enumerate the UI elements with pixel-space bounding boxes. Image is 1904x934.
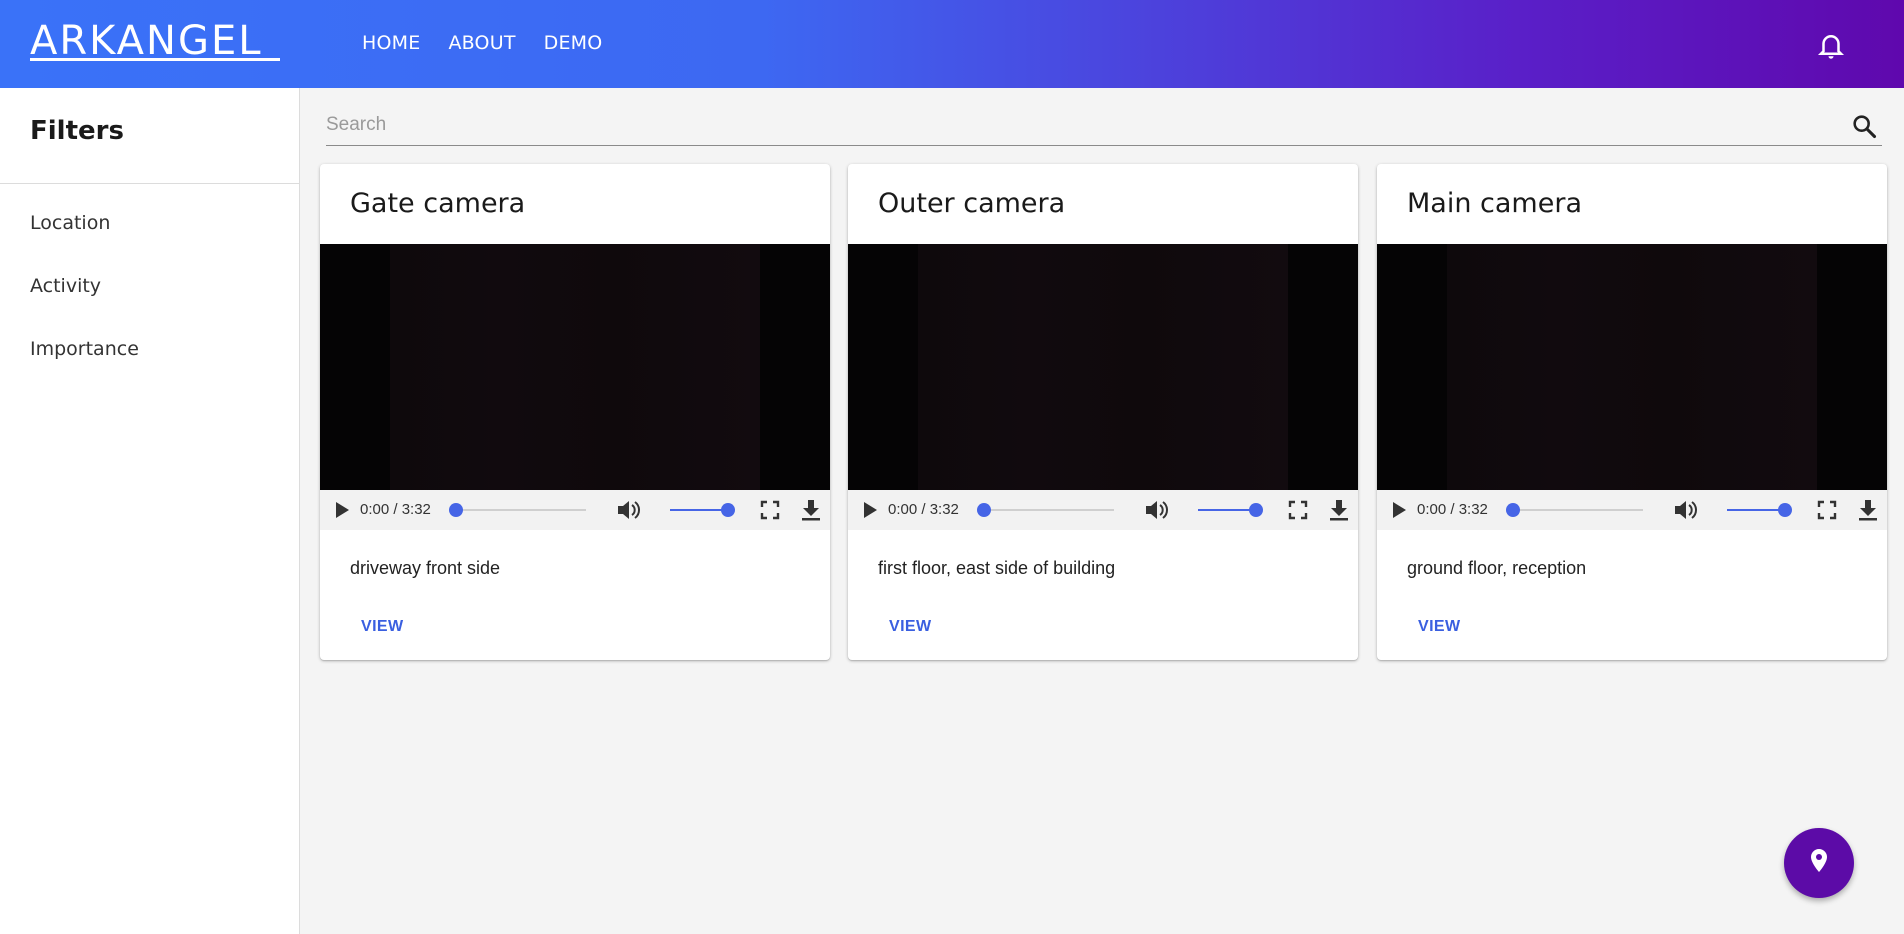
camera-video[interactable] <box>848 244 1358 490</box>
filter-activity[interactable]: Activity <box>30 275 101 297</box>
filter-importance[interactable]: Importance <box>30 338 139 360</box>
location-fab-button[interactable] <box>1784 828 1854 898</box>
main-nav: HOME ABOUT DEMO <box>348 26 616 60</box>
video-time: 0:00 / 3:32 <box>1417 501 1488 518</box>
play-icon[interactable] <box>860 500 880 520</box>
volume-slider[interactable] <box>1727 503 1792 517</box>
download-icon[interactable] <box>800 498 822 522</box>
search-input[interactable] <box>326 110 1826 140</box>
volume-thumb[interactable] <box>721 503 735 517</box>
search-bar <box>326 104 1882 146</box>
filters-sidebar: Filters Location Activity Importance <box>0 88 300 934</box>
progress-slider[interactable] <box>449 503 586 517</box>
fullscreen-icon[interactable] <box>1288 500 1308 520</box>
bell-icon[interactable] <box>1816 30 1846 60</box>
volume-thumb[interactable] <box>1249 503 1263 517</box>
volume-fill <box>1727 509 1785 511</box>
volume-thumb[interactable] <box>1778 503 1792 517</box>
video-time: 0:00 / 3:32 <box>888 501 959 518</box>
volume-slider[interactable] <box>670 503 735 517</box>
view-button[interactable]: VIEW <box>1407 612 1472 642</box>
logo-underline <box>30 58 280 61</box>
camera-video[interactable] <box>320 244 830 490</box>
video-controls: 0:00 / 3:32 <box>848 490 1358 530</box>
video-controls: 0:00 / 3:32 <box>1377 490 1887 530</box>
volume-icon[interactable] <box>1673 499 1697 521</box>
volume-fill <box>1198 509 1256 511</box>
camera-card: Outer camera 0:00 / 3:32 first floor, ea… <box>848 164 1358 660</box>
camera-description: first floor, east side of building <box>878 558 1116 578</box>
download-icon[interactable] <box>1857 498 1879 522</box>
video-time: 0:00 / 3:32 <box>360 501 431 518</box>
play-icon[interactable] <box>332 500 352 520</box>
progress-slider[interactable] <box>977 503 1114 517</box>
camera-title: Main camera <box>1407 188 1582 219</box>
nav-demo[interactable]: DEMO <box>530 26 617 60</box>
camera-description: driveway front side <box>350 558 501 578</box>
progress-thumb[interactable] <box>977 503 991 517</box>
video-frame <box>918 244 1288 490</box>
sidebar-title: Filters <box>30 116 124 146</box>
view-button[interactable]: VIEW <box>878 612 943 642</box>
play-icon[interactable] <box>1389 500 1409 520</box>
nav-home[interactable]: HOME <box>348 26 434 60</box>
progress-thumb[interactable] <box>449 503 463 517</box>
download-icon[interactable] <box>1328 498 1350 522</box>
volume-icon[interactable] <box>616 499 640 521</box>
camera-card: Gate camera 0:00 / 3:32 driveway front s… <box>320 164 830 660</box>
video-frame <box>1447 244 1817 490</box>
search-icon[interactable] <box>1850 112 1878 140</box>
progress-thumb[interactable] <box>1506 503 1520 517</box>
camera-title: Outer camera <box>878 188 1066 219</box>
nav-about[interactable]: ABOUT <box>434 26 529 60</box>
volume-fill <box>670 509 728 511</box>
camera-description: ground floor, reception <box>1407 558 1587 578</box>
filter-location[interactable]: Location <box>30 212 110 234</box>
progress-slider[interactable] <box>1506 503 1643 517</box>
video-controls: 0:00 / 3:32 <box>320 490 830 530</box>
fullscreen-icon[interactable] <box>1817 500 1837 520</box>
video-frame <box>390 244 760 490</box>
camera-card: Main camera 0:00 / 3:32 ground floor, re… <box>1377 164 1887 660</box>
fullscreen-icon[interactable] <box>760 500 780 520</box>
volume-icon[interactable] <box>1144 499 1168 521</box>
app-header: ARKANGEL HOME ABOUT DEMO <box>0 0 1904 88</box>
location-pin-icon <box>1808 848 1830 879</box>
camera-title: Gate camera <box>350 188 526 219</box>
volume-slider[interactable] <box>1198 503 1263 517</box>
camera-video[interactable] <box>1377 244 1887 490</box>
sidebar-divider <box>0 183 300 184</box>
view-button[interactable]: VIEW <box>350 612 415 642</box>
